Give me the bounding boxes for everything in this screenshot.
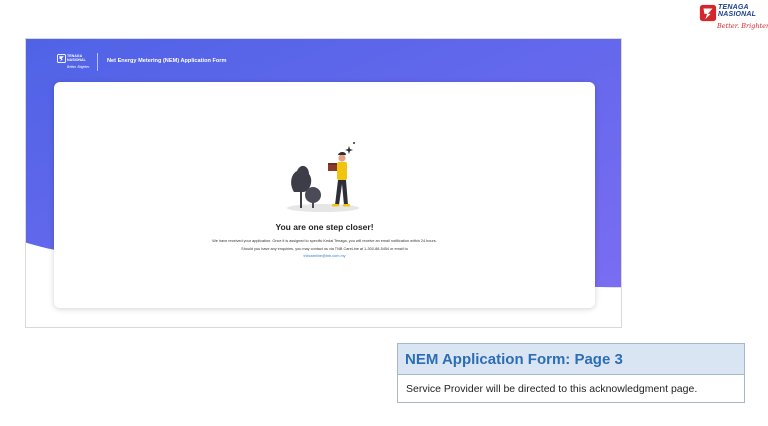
careline-email-link[interactable]: tnbcareline@tnb.com.my: [54, 254, 595, 258]
person-holding-box-illustration: [287, 142, 359, 212]
tnb-logo-icon: [699, 4, 717, 22]
info-panel-header: NEM Application Form: Page 3: [398, 344, 744, 375]
confirmation-headline: You are one step closer!: [275, 222, 374, 232]
tnb-corner-logo: TENAGA NASIONAL Better. Brighter.: [699, 2, 768, 34]
app-screenshot: TENAGA NASIONAL Better. Brighter. Net En…: [25, 38, 622, 328]
confirmation-message-line1: We have received your application. Once …: [212, 239, 437, 243]
info-panel-description: Service Provider will be directed to thi…: [406, 383, 698, 395]
app-logo[interactable]: TENAGA NASIONAL Better. Brighter.: [57, 54, 97, 72]
info-panel: NEM Application Form: Page 3 Service Pro…: [397, 343, 745, 403]
confirmation-card: You are one step closer! We have receive…: [54, 82, 595, 308]
corner-logo-brand: TENAGA NASIONAL: [718, 4, 756, 18]
app-logo-tagline: Better. Brighter.: [67, 65, 90, 69]
app-logo-brand: TENAGA NASIONAL: [67, 54, 86, 63]
tnb-logo-icon: [57, 54, 66, 63]
corner-logo-brand-line2: NASIONAL: [718, 11, 757, 18]
app-logo-brand-line2: NASIONAL: [67, 57, 86, 62]
info-panel-title: NEM Application Form: Page 3: [405, 351, 623, 368]
app-header: TENAGA NASIONAL Better. Brighter. Net En…: [26, 39, 621, 85]
corner-logo-tagline: Better. Brighter.: [717, 22, 768, 30]
header-divider: [97, 53, 98, 71]
corner-logo-brand-line1: TENAGA: [718, 4, 749, 11]
confirmation-message-line2: Should you have any enquiries, you may c…: [241, 247, 408, 251]
app-title: Net Energy Metering (NEM) Application Fo…: [107, 58, 227, 64]
